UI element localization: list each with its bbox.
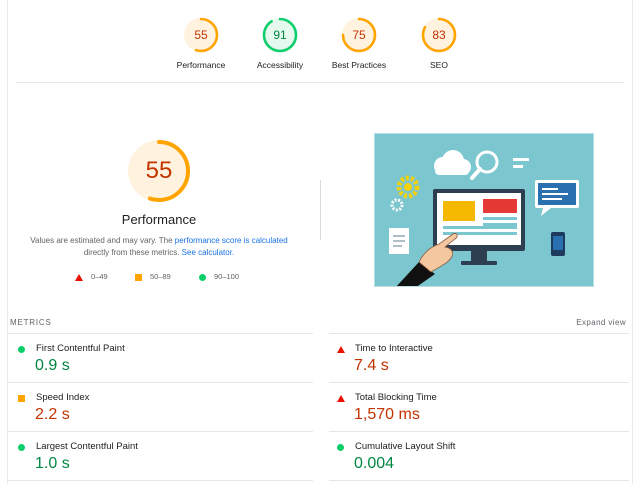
- metric-value: 1.0 s: [35, 455, 70, 472]
- legend-range: 50–89: [150, 272, 171, 281]
- divider: [8, 431, 313, 432]
- metric-value: 7.4 s: [354, 357, 389, 374]
- metric-name: Time to Interactive: [355, 343, 433, 354]
- website-illustration-icon: [389, 150, 579, 286]
- fail-triangle-icon: [337, 395, 345, 402]
- gauge-label: Performance: [176, 60, 226, 70]
- divider: [8, 480, 313, 481]
- pass-circle-icon: [337, 444, 344, 451]
- performance-summary: 55 Performance Values are estimated and …: [14, 138, 304, 259]
- legend-pass: 90–100: [199, 272, 239, 281]
- vertical-divider: [320, 180, 321, 240]
- gauge-seo[interactable]: 83 SEO: [394, 16, 484, 70]
- divider: [16, 82, 624, 83]
- average-square-icon: [18, 395, 25, 402]
- metric-value: 2.2 s: [35, 406, 70, 423]
- fail-triangle-icon: [337, 346, 345, 353]
- metric-value: 1,570 ms: [354, 406, 420, 423]
- metric-name: Speed Index: [36, 392, 90, 403]
- category-gauges: 55 Performance 91 Accessibility 75 Best …: [0, 0, 640, 82]
- pass-circle-icon: [199, 273, 206, 281]
- gauge-label: Accessibility: [256, 60, 304, 70]
- metric-name: First Contentful Paint: [36, 343, 125, 354]
- expand-view-button[interactable]: Expand view: [576, 318, 626, 327]
- gauge-accessibility[interactable]: 91 Accessibility: [235, 16, 325, 70]
- metric-name: Total Blocking Time: [355, 392, 437, 403]
- gauge-score: 83: [432, 28, 446, 42]
- see-calculator-link[interactable]: See calculator.: [182, 248, 234, 257]
- legend-fail: 0–49: [75, 272, 108, 281]
- legend-range: 0–49: [91, 272, 108, 281]
- gauge-best-practices[interactable]: 75 Best Practices: [314, 16, 404, 70]
- gauge-performance[interactable]: 55 Performance: [156, 16, 246, 70]
- performance-score-link[interactable]: performance score is calculated: [175, 236, 288, 245]
- divider: [329, 431, 629, 432]
- metric-value: 0.004: [354, 455, 395, 472]
- divider: [329, 382, 629, 383]
- fail-triangle-icon: [75, 273, 83, 281]
- average-square-icon: [135, 273, 142, 281]
- metric-name: Largest Contentful Paint: [36, 441, 138, 452]
- pass-circle-icon: [18, 444, 25, 451]
- performance-description: Values are estimated and may vary. The p…: [14, 235, 304, 259]
- gauge-score: 91: [273, 28, 287, 42]
- divider: [8, 382, 313, 383]
- legend-range: 90–100: [214, 272, 240, 281]
- gauge-score: 75: [352, 28, 366, 42]
- performance-title: Performance: [121, 212, 197, 227]
- metric-value: 0.9 s: [35, 357, 70, 374]
- page-screenshot-thumbnail: [374, 133, 594, 287]
- divider: [329, 333, 629, 334]
- divider: [8, 333, 313, 334]
- gauge-score: 55: [194, 28, 208, 42]
- performance-score: 55: [145, 157, 173, 184]
- legend-average: 50–89: [135, 272, 171, 281]
- gauge-label: SEO: [430, 60, 448, 70]
- divider: [329, 480, 629, 481]
- pass-circle-icon: [18, 346, 25, 353]
- desc-text: directly from these metrics.: [83, 248, 182, 257]
- metric-name: Cumulative Layout Shift: [355, 441, 456, 452]
- gauge-label: Best Practices: [331, 60, 387, 70]
- desc-text: Values are estimated and may vary. The: [30, 236, 175, 245]
- metrics-heading: METRICS: [10, 318, 52, 327]
